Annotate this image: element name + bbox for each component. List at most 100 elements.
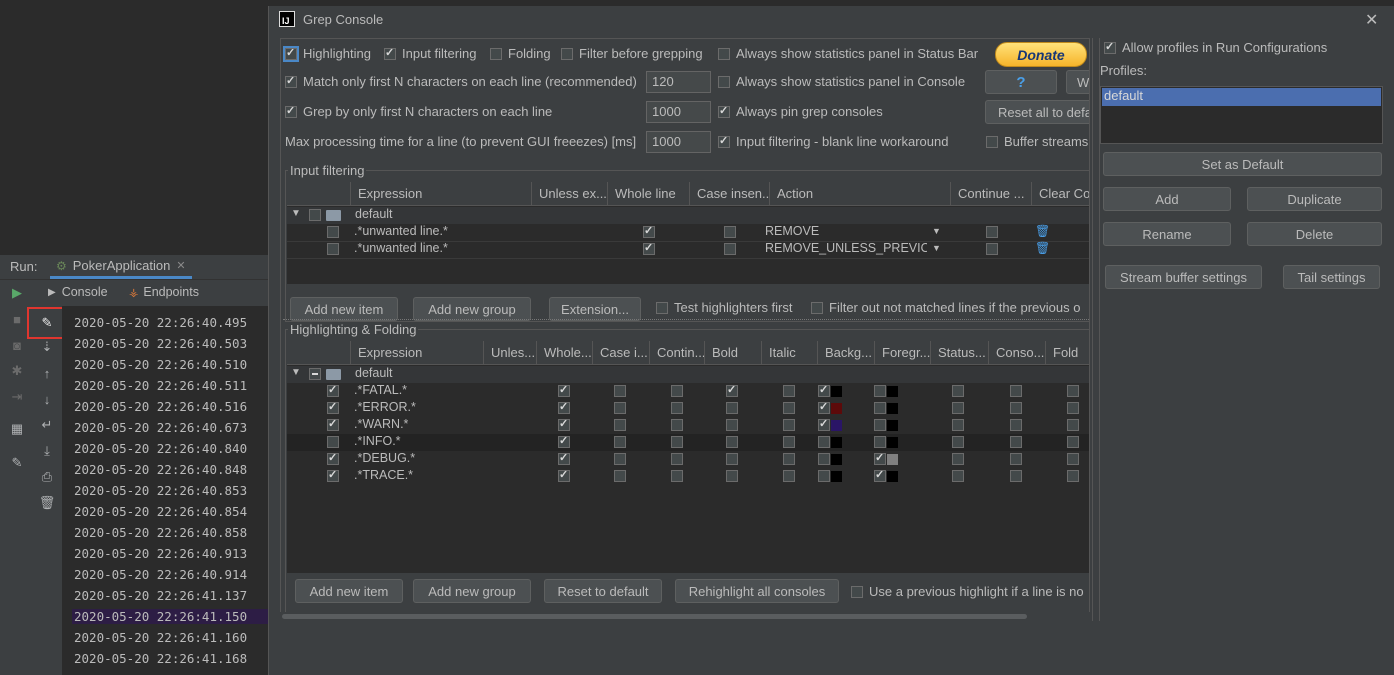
table-row[interactable]: .*ERROR.* [287,400,1089,417]
table-header[interactable]: Contin... [650,341,705,365]
row-console-checkbox[interactable] [1010,385,1022,397]
up-arrow-icon[interactable]: ↑ [38,364,56,382]
debug-icon[interactable]: ✱ [8,362,26,380]
row-console-checkbox[interactable] [1010,470,1022,482]
row-cont-checkbox[interactable] [671,402,683,414]
folding-option[interactable]: Folding [490,46,551,61]
pin-consoles-checkbox[interactable] [718,104,730,118]
background-color-swatch[interactable] [831,420,842,431]
row-console-checkbox[interactable] [1010,402,1022,414]
down-arrow-icon[interactable]: ↓ [38,390,56,408]
row-background-checkbox[interactable] [818,383,830,397]
table-header[interactable]: Clear Co [1032,182,1089,206]
scrollbar-thumb[interactable] [282,614,1027,619]
table-header[interactable]: Status... [931,341,989,365]
table-row[interactable]: .*unwanted line.* REMOVE_UNLESS_PREVIO...… [287,241,1089,259]
match-first-n-checkbox[interactable] [285,74,297,88]
row-fold-checkbox[interactable] [1067,436,1079,448]
table-group-row[interactable]: ▼ default [287,366,1089,383]
stats-status-option[interactable]: Always show statistics panel in Status B… [718,46,978,61]
row-expression[interactable]: .*FATAL.* [354,383,407,400]
reset-all-button[interactable]: Reset all to defa [985,100,1089,124]
dropdown-arrow-icon[interactable]: ▼ [932,226,941,236]
if-add-new-item-button[interactable]: Add new item [290,297,398,321]
row-case-checkbox[interactable] [614,402,626,414]
row-whole-checkbox[interactable] [558,400,570,414]
blank-line-option[interactable]: Input filtering - blank line workaround [718,134,948,149]
filter-out-checkbox[interactable] [811,301,823,314]
highlighting-checkbox[interactable] [283,45,299,62]
rehighlight-button[interactable]: Rehighlight all consoles [675,579,839,603]
w-button[interactable]: W [1066,70,1089,94]
row-expression[interactable]: .*INFO.* [354,434,401,451]
row-expression[interactable]: .*unwanted line.* [354,224,448,241]
row-italic-checkbox[interactable] [783,419,795,431]
extension-button[interactable]: Extension... [549,297,641,321]
pin-icon[interactable]: ✎ [8,454,26,472]
row-cont-checkbox[interactable] [671,453,683,465]
scroll-to-end-icon[interactable]: ⤓ [38,442,56,460]
rerun-icon[interactable]: ▶ [8,284,26,302]
row-case-checkbox[interactable] [724,243,736,255]
row-foreground-checkbox[interactable] [874,436,886,448]
row-enabled-checkbox[interactable] [327,383,339,397]
foreground-color-swatch[interactable] [887,403,898,414]
row-whole-checkbox[interactable] [558,451,570,465]
table-header[interactable]: Whole line [608,182,690,206]
row-foreground-checkbox[interactable] [874,402,886,414]
row-whole-checkbox[interactable] [558,468,570,482]
row-enabled-checkbox[interactable] [327,451,339,465]
test-highlighters-checkbox[interactable] [656,301,668,314]
row-enabled-checkbox[interactable] [327,436,339,448]
row-fold-checkbox[interactable] [1067,453,1079,465]
table-header[interactable]: Conso... [989,341,1046,365]
row-background-checkbox[interactable] [818,453,830,465]
background-color-swatch[interactable] [831,471,842,482]
row-cont-checkbox[interactable] [671,419,683,431]
row-console-checkbox[interactable] [1010,436,1022,448]
delete-profile-button[interactable]: Delete [1247,222,1382,246]
grep-first-n-option[interactable]: Grep by only first N characters on each … [285,104,552,119]
table-row[interactable]: .*FATAL.* [287,383,1089,400]
filter-before-checkbox[interactable] [561,47,573,60]
row-foreground-checkbox[interactable] [874,385,886,397]
trash-icon[interactable]: 🗑 [38,494,56,512]
highlighting-option[interactable]: Highlighting [283,45,371,62]
table-header[interactable]: Expression [351,341,484,365]
row-case-checkbox[interactable] [614,453,626,465]
table-row[interactable]: .*WARN.* [287,417,1089,434]
row-case-checkbox[interactable] [614,385,626,397]
table-header[interactable]: Action [770,182,951,206]
row-italic-checkbox[interactable] [783,453,795,465]
if-add-new-group-button[interactable]: Add new group [413,297,531,321]
input-filtering-table[interactable]: Expression Unless ex... Whole line Case ins… [287,182,1089,284]
group-checkbox[interactable] [309,209,321,221]
reset-to-default-button[interactable]: Reset to default [544,579,662,603]
stream-buffer-settings-button[interactable]: Stream buffer settings [1105,265,1262,289]
horizontal-scrollbar[interactable] [280,612,1090,621]
buffer-streams-checkbox[interactable] [986,135,998,148]
foreground-color-swatch[interactable] [887,437,898,448]
background-color-swatch[interactable] [831,454,842,465]
soft-wrap-icon[interactable]: ↵ [38,416,56,434]
row-expression[interactable]: .*WARN.* [354,417,408,434]
row-foreground-checkbox[interactable] [874,468,886,482]
print-icon[interactable]: ⎙ [38,468,56,486]
background-color-swatch[interactable] [831,403,842,414]
max-time-field[interactable]: 1000 [646,131,711,153]
layout-icon[interactable]: ▦ [8,420,26,438]
match-first-n-option[interactable]: Match only first N characters on each li… [285,74,637,89]
row-case-checkbox[interactable] [614,436,626,448]
collapse-triangle-icon[interactable]: ▼ [291,367,301,378]
hl-add-new-group-button[interactable]: Add new group [413,579,531,603]
row-enabled-checkbox[interactable] [327,243,339,255]
table-header[interactable]: Expression [351,182,532,206]
row-cont-checkbox[interactable] [671,436,683,448]
row-expression[interactable]: .*TRACE.* [354,468,413,485]
table-row[interactable]: .*unwanted line.* REMOVE ▼ 🗑 [287,224,1089,242]
trash-icon[interactable]: 🗑 [1035,224,1050,241]
match-first-n-field[interactable]: 120 [646,71,711,93]
row-bold-checkbox[interactable] [726,419,738,431]
row-enabled-checkbox[interactable] [327,400,339,414]
row-italic-checkbox[interactable] [783,470,795,482]
